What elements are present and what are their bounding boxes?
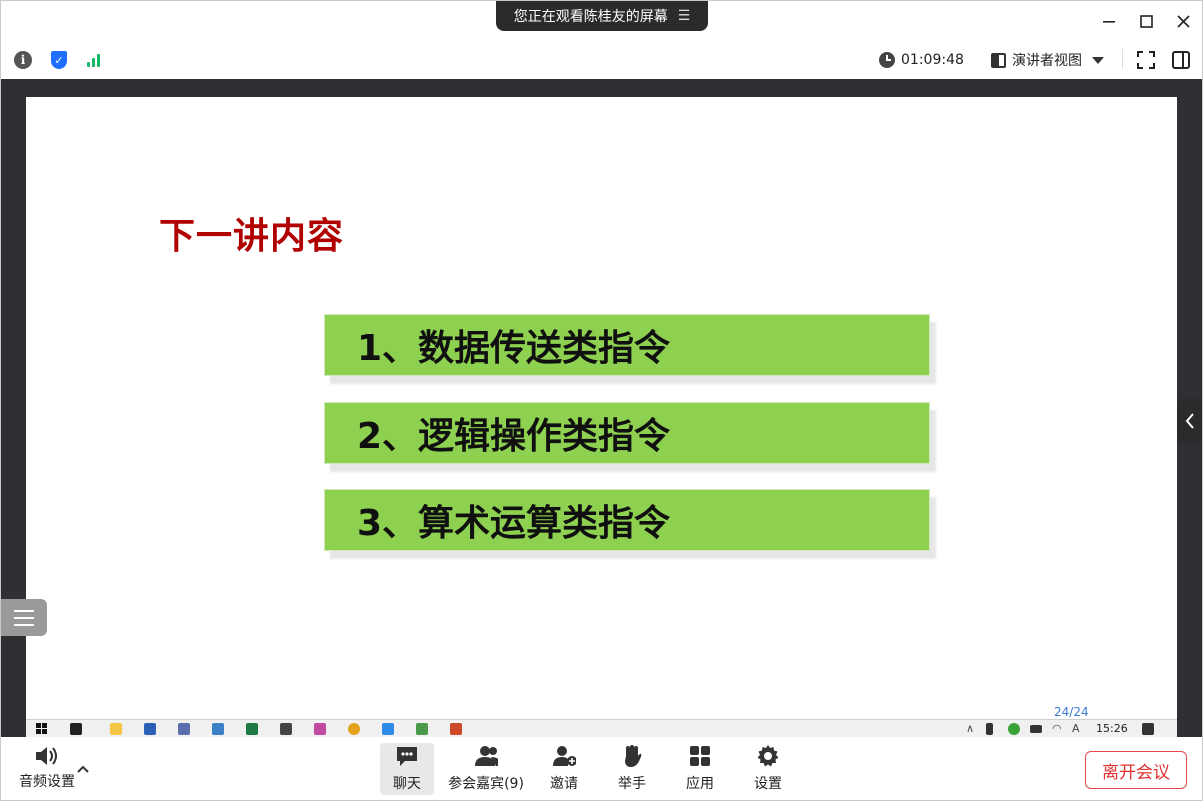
chevron-up-icon[interactable] <box>77 761 89 777</box>
info-icon: i <box>14 51 32 69</box>
taskbar-clock: 15:26 <box>1096 722 1128 735</box>
meeting-timer: 01:09:48 <box>879 49 964 71</box>
apps-grid-icon <box>688 745 712 767</box>
chevron-down-icon <box>1092 56 1104 64</box>
app-icon <box>212 723 224 735</box>
mic-icon <box>986 723 993 735</box>
meeting-info-bar: i ✓ 01:09:48 演讲者视图 <box>1 41 1202 79</box>
menu-icon <box>14 609 34 626</box>
word-icon <box>144 723 156 735</box>
powerpoint-icon <box>450 723 462 735</box>
slide-item-2: 2、逻辑操作类指令 <box>324 402 930 464</box>
chevron-left-icon <box>1185 413 1194 429</box>
security-button[interactable]: ✓ <box>48 49 70 71</box>
notification-icon <box>1142 723 1154 735</box>
slide-item-3: 3、算术运算类指令 <box>324 489 930 551</box>
slide-item-1: 1、数据传送类指令 <box>324 314 930 376</box>
app-icon <box>416 723 428 735</box>
add-user-icon <box>552 745 576 767</box>
participants-button[interactable]: 参会嘉宾(9) <box>447 743 525 795</box>
shared-screen: 下一讲内容 1、数据传送类指令 2、逻辑操作类指令 3、算术运算类指令 24/2… <box>1 79 1202 737</box>
slide-title: 下一讲内容 <box>159 216 345 257</box>
leave-meeting-button[interactable]: 离开会议 <box>1085 751 1187 789</box>
side-panel-icon <box>1172 51 1190 69</box>
settings-button[interactable]: 设置 <box>745 743 791 795</box>
signal-icon <box>86 53 100 67</box>
folder-icon <box>110 723 122 735</box>
elapsed-time: 01:09:48 <box>901 52 964 68</box>
minimize-icon <box>1103 21 1115 23</box>
network-status[interactable] <box>82 49 104 71</box>
ime-icon: A <box>1072 722 1080 735</box>
divider <box>1122 49 1123 69</box>
meeting-window: 您正在观看陈桂友的屏幕 ☰ i ✓ 01:09:48 演讲者视图 下一讲内容 1… <box>0 0 1203 801</box>
chat-icon <box>395 745 419 767</box>
tray-app-icon <box>1008 723 1020 735</box>
app-icon <box>70 723 82 735</box>
annotation-menu-button[interactable] <box>1 599 47 636</box>
view-mode-label: 演讲者视图 <box>1012 53 1082 69</box>
chat-label: 聊天 <box>393 776 421 792</box>
audio-settings-button[interactable]: 音频设置 <box>15 745 79 791</box>
participants-label: 参会嘉宾(9) <box>448 776 524 792</box>
invite-label: 邀请 <box>550 776 578 792</box>
screen-share-banner[interactable]: 您正在观看陈桂友的屏幕 ☰ <box>496 1 708 31</box>
raise-hand-label: 举手 <box>618 776 646 792</box>
gear-icon <box>756 745 780 767</box>
slide-page-number: 24/24 <box>1054 705 1089 719</box>
tray-chevron-up-icon: ∧ <box>966 722 975 735</box>
layout-icon <box>991 52 1006 68</box>
app-icon <box>280 723 292 735</box>
app-icon <box>178 723 190 735</box>
shared-taskbar: ∧ ◠ A 15:26 <box>26 719 1177 737</box>
fullscreen-button[interactable] <box>1135 49 1157 71</box>
app-icon <box>314 723 326 735</box>
shield-icon: ✓ <box>51 51 67 69</box>
chrome-icon <box>348 723 360 735</box>
chat-button[interactable]: 聊天 <box>380 743 434 795</box>
clock-icon <box>879 52 895 68</box>
close-button[interactable] <box>1171 9 1195 33</box>
presentation-slide: 下一讲内容 1、数据传送类指令 2、逻辑操作类指令 3、算术运算类指令 24/2… <box>26 97 1177 719</box>
participants-icon <box>474 745 498 767</box>
view-mode-dropdown[interactable]: 演讲者视图 <box>991 49 1104 71</box>
share-banner-text: 您正在观看陈桂友的屏幕 <box>513 9 668 25</box>
meeting-toolbar: 音频设置 聊天 参会嘉宾(9) 邀请 举手 应用 设置 离开会议 <box>1 737 1202 800</box>
minimize-button[interactable] <box>1097 9 1121 33</box>
hand-icon <box>620 745 644 767</box>
close-icon <box>1176 14 1190 28</box>
app-icon <box>382 723 394 735</box>
settings-label: 设置 <box>754 776 782 792</box>
excel-icon <box>246 723 258 735</box>
apps-button[interactable]: 应用 <box>677 743 723 795</box>
title-bar: 您正在观看陈桂友的屏幕 ☰ <box>1 1 1202 41</box>
list-icon[interactable]: ☰ <box>678 8 691 24</box>
info-button[interactable]: i <box>12 49 34 71</box>
speaker-icon <box>36 747 57 765</box>
raise-hand-button[interactable]: 举手 <box>609 743 655 795</box>
maximize-button[interactable] <box>1134 9 1158 33</box>
audio-settings-label: 音频设置 <box>19 774 75 790</box>
apps-label: 应用 <box>686 776 714 792</box>
battery-icon <box>1030 725 1042 733</box>
collapse-panel-button[interactable] <box>1177 399 1202 443</box>
fullscreen-icon <box>1137 51 1155 69</box>
side-panel-button[interactable] <box>1170 49 1192 71</box>
wifi-icon: ◠ <box>1052 722 1062 735</box>
maximize-icon <box>1139 14 1153 28</box>
windows-start-icon <box>36 723 47 734</box>
invite-button[interactable]: 邀请 <box>541 743 587 795</box>
